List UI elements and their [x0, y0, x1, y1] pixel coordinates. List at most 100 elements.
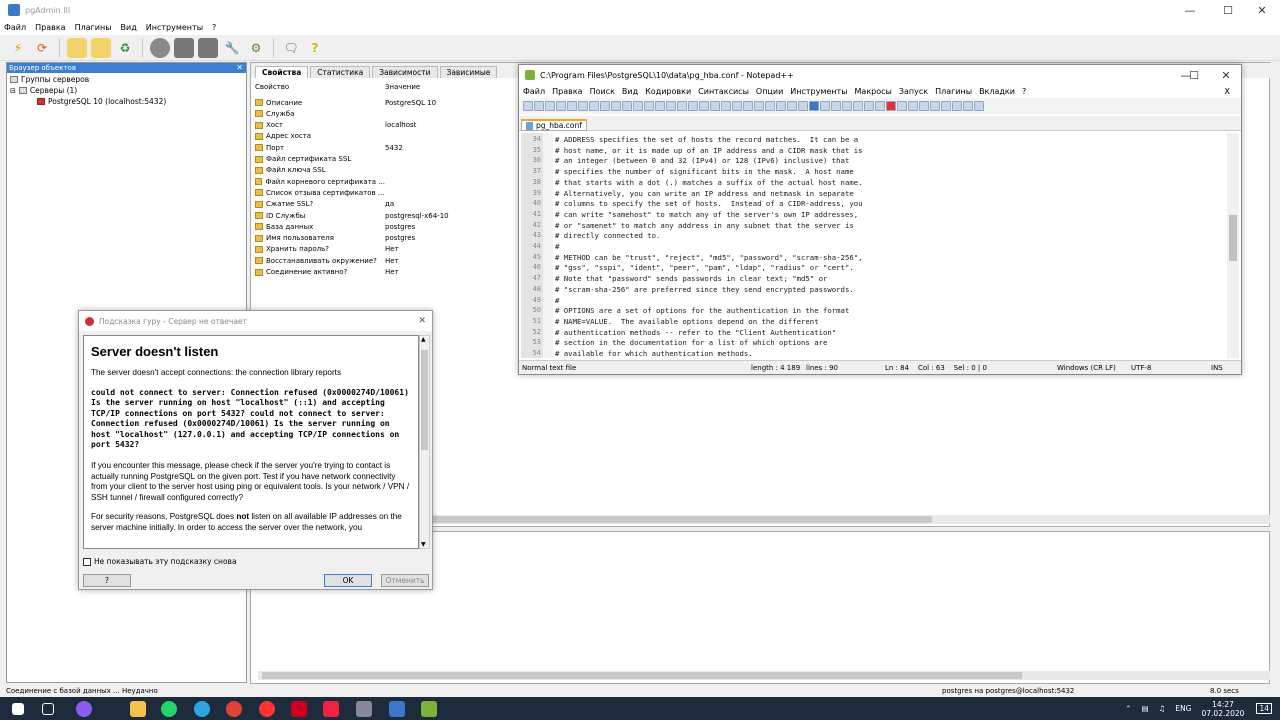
npp-toolbar-button-icon[interactable] — [864, 101, 874, 111]
npp-toolbar-button-icon[interactable] — [567, 101, 577, 111]
npp-menu-edit[interactable]: Правка — [552, 87, 582, 96]
code-line[interactable]: # OPTIONS are a set of options for the a… — [555, 306, 849, 315]
npp-toolbar-button-icon[interactable] — [787, 101, 797, 111]
npp-toolbar-button-icon[interactable] — [963, 101, 973, 111]
code-line[interactable]: # or "samenet" to match any address in a… — [555, 221, 854, 230]
jetbrains-icon[interactable] — [291, 701, 307, 717]
tray-chevron-icon[interactable]: ⌃ — [1125, 704, 1131, 713]
header-property[interactable]: Свойство — [255, 83, 385, 95]
maximize-button[interactable]: ☐ — [1210, 0, 1246, 20]
npp-toolbar-button-icon[interactable] — [908, 101, 918, 111]
property-row[interactable]: Описание PostgreSQL 10 — [255, 97, 515, 108]
notepad-maximize-button[interactable]: ☐ — [1179, 65, 1209, 85]
close-icon[interactable]: ✕ — [236, 63, 243, 73]
menu-help[interactable]: ? — [212, 23, 216, 32]
code-line[interactable]: # host name, or it is made up of an IP a… — [555, 146, 863, 155]
scroll-thumb[interactable] — [421, 350, 428, 450]
sql-hscrollbar[interactable] — [258, 671, 1270, 680]
npp-menu-encoding[interactable]: Кодировки — [645, 87, 691, 96]
tab-properties[interactable]: Свойства — [255, 66, 309, 78]
npp-toolbar-button-icon[interactable] — [754, 101, 764, 111]
notepadpp-task-icon[interactable] — [421, 701, 437, 717]
code-line[interactable]: # can write "samehost" to match any of t… — [555, 210, 858, 219]
code-line[interactable]: # that starts with a dot (.) matches a s… — [555, 178, 863, 187]
help-button[interactable]: ? — [83, 574, 131, 587]
task-view-icon[interactable] — [42, 703, 54, 715]
header-value[interactable]: Значение — [385, 83, 420, 95]
app-icon[interactable] — [356, 701, 372, 717]
npp-toolbar-button-icon[interactable] — [545, 101, 555, 111]
whatsapp-icon[interactable] — [161, 701, 177, 717]
npp-toolbar-button-icon[interactable] — [842, 101, 852, 111]
tree-server-postgresql[interactable]: PostgreSQL 10 (localhost:5432) — [37, 97, 166, 106]
property-row[interactable]: Порт 5432 — [255, 142, 515, 153]
menu-plugins[interactable]: Плагины — [75, 23, 112, 32]
code-line[interactable]: # directly connected to. — [555, 231, 660, 240]
code-line[interactable]: # "gss", "sspi", "ident", "peer", "pam",… — [555, 263, 854, 272]
tab-pg-hba-conf[interactable]: pg_hba.conf — [521, 119, 587, 131]
npp-menu-plugins[interactable]: Плагины — [935, 87, 972, 96]
npp-toolbar-button-icon[interactable] — [578, 101, 588, 111]
minimize-button[interactable]: — — [1172, 0, 1208, 20]
clock[interactable]: 14:27 07.02.2020 — [1202, 700, 1245, 718]
code-line[interactable]: # METHOD can be "trust", "reject", "md5"… — [555, 253, 863, 262]
npp-toolbar-button-icon[interactable] — [600, 101, 610, 111]
code-line[interactable]: # Note that "password" sends passwords i… — [555, 274, 827, 283]
menu-tools[interactable]: Инструменты — [146, 23, 203, 32]
notepad-close-button[interactable]: ✕ — [1211, 65, 1241, 85]
menu-view[interactable]: Вид — [121, 23, 137, 32]
npp-toolbar-button-icon[interactable] — [798, 101, 808, 111]
hint-speech-icon[interactable]: 🗨 — [281, 38, 301, 58]
property-row[interactable]: Служба — [255, 108, 515, 119]
npp-toolbar-button-icon[interactable] — [677, 101, 687, 111]
code-line[interactable]: # an integer (between 0 and 32 (IPv4) or… — [555, 156, 849, 165]
npp-toolbar-button-icon[interactable] — [743, 101, 753, 111]
dont-show-checkbox[interactable] — [83, 557, 91, 566]
refresh-icon[interactable]: ⟳ — [32, 38, 52, 58]
sql-icon[interactable] — [150, 37, 170, 58]
npp-menu-search[interactable]: Поиск — [590, 87, 615, 96]
npp-toolbar-button-icon[interactable] — [688, 101, 698, 111]
npp-toolbar-button-icon[interactable] — [589, 101, 599, 111]
cancel-button[interactable]: Отменить — [381, 574, 429, 587]
npp-toolbar-button-icon[interactable] — [809, 101, 819, 111]
property-row[interactable]: База данных postgres — [255, 221, 515, 232]
property-row[interactable]: Хост localhost — [255, 120, 515, 131]
menu-file[interactable]: Файл — [4, 23, 26, 32]
code-line[interactable]: # ADDRESS specifies the set of hosts the… — [555, 135, 858, 144]
property-row[interactable]: Файл сертификата SSL — [255, 154, 515, 165]
property-row[interactable]: Список отзыва сертификатов ... — [255, 187, 515, 198]
notification-center[interactable]: 14 — [1256, 703, 1272, 714]
property-row[interactable]: Файл ключа SSL — [255, 165, 515, 176]
tab-dependencies[interactable]: Зависимости — [372, 66, 438, 78]
npp-toolbar-button-icon[interactable] — [523, 101, 533, 111]
property-row[interactable]: Адрес хоста — [255, 131, 515, 142]
tab-statistics[interactable]: Статистика — [310, 66, 371, 78]
ok-button[interactable]: OK — [324, 574, 372, 587]
volume-icon[interactable]: ♫ — [1159, 704, 1166, 713]
npp-toolbar-button-icon[interactable] — [930, 101, 940, 111]
dont-show-again[interactable]: Не показывать эту подсказку снова — [83, 557, 237, 566]
npp-doc-close[interactable]: X — [1225, 87, 1230, 96]
explorer-icon[interactable] — [130, 701, 146, 717]
tree-servers[interactable]: ⊟ Серверы (1) — [10, 86, 77, 95]
scroll-down-icon[interactable]: ▼ — [421, 541, 426, 548]
npp-toolbar-button-icon[interactable] — [644, 101, 654, 111]
npp-menu-settings[interactable]: Опции — [756, 87, 783, 96]
property-row[interactable]: Имя пользователя postgres — [255, 233, 515, 244]
yandex-browser-icon[interactable] — [259, 701, 275, 717]
npp-menu-help[interactable]: ? — [1022, 87, 1026, 96]
npp-menu-tools[interactable]: Инструменты — [790, 87, 847, 96]
npp-toolbar-button-icon[interactable] — [611, 101, 621, 111]
code-line[interactable]: # — [555, 242, 559, 251]
code-line[interactable]: # columns to specify the set of hosts. I… — [555, 199, 863, 208]
keyboard-language[interactable]: ENG — [1175, 704, 1191, 713]
scroll-thumb[interactable] — [262, 672, 1022, 679]
code-line[interactable]: # section in the documentation for a lis… — [555, 338, 827, 347]
npp-toolbar-button-icon[interactable] — [699, 101, 709, 111]
scroll-up-icon[interactable]: ▲ — [421, 336, 426, 343]
npp-toolbar-button-icon[interactable] — [875, 101, 885, 111]
npp-toolbar-button-icon[interactable] — [732, 101, 742, 111]
npp-menu-run[interactable]: Запуск — [899, 87, 928, 96]
code-line[interactable]: # authentication methods -- refer to the… — [555, 328, 836, 337]
